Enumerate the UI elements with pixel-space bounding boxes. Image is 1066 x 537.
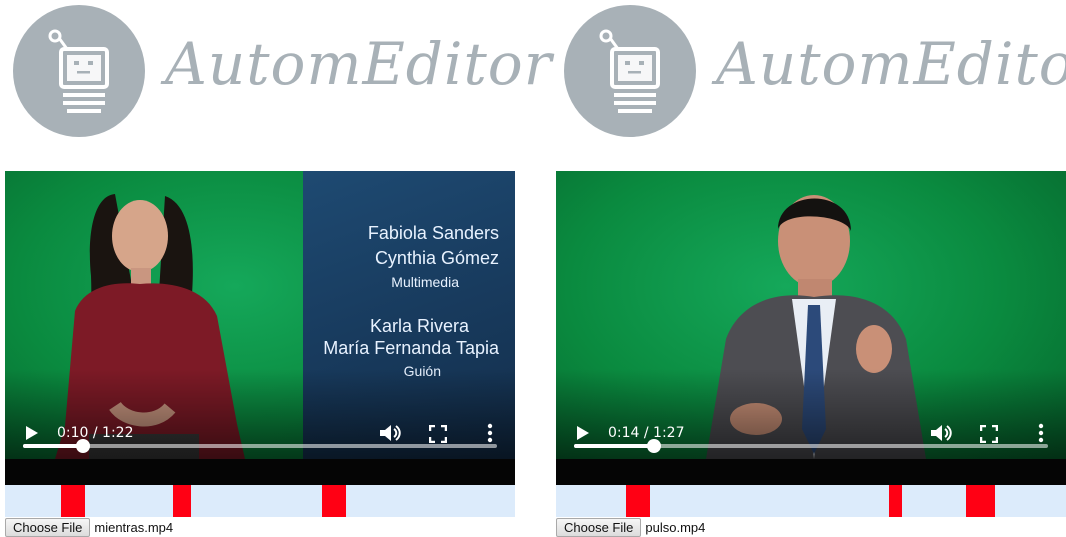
seek-thumb[interactable] [647, 439, 662, 453]
play-icon[interactable] [576, 425, 590, 441]
logo: AutomEditor [556, 0, 1066, 140]
editor-panel-right: AutomEditor 0:14 / 1:27 Choose File puls… [556, 0, 1066, 537]
seek-thumb[interactable] [75, 439, 90, 453]
video-player[interactable]: Fabiola Sanders Cynthia Gómez Multimedia… [5, 171, 515, 485]
more-options-icon[interactable] [1038, 423, 1044, 443]
marker-track[interactable] [556, 485, 1066, 517]
credit-line: María Fernanda Tapia [323, 338, 499, 358]
cut-marker[interactable] [966, 485, 995, 517]
logo-text: AutomEditor [716, 30, 1066, 98]
time-display: 0:10 / 1:22 [57, 425, 134, 441]
seek-progress [23, 444, 83, 448]
player-bottom-strip [556, 459, 1066, 485]
play-icon[interactable] [25, 425, 39, 441]
choose-file-button[interactable]: Choose File [5, 518, 91, 537]
logo-text: AutomEditor [165, 30, 553, 98]
video-player[interactable]: 0:14 / 1:27 [556, 171, 1066, 485]
logo: AutomEditor [5, 0, 551, 140]
credit-line: Fabiola Sanders [367, 223, 499, 243]
credit-line: Karla Rivera [369, 316, 469, 336]
credit-line: Cynthia Gómez [374, 248, 499, 268]
credit-line: Multimedia [391, 274, 459, 290]
marker-track[interactable] [5, 485, 515, 517]
cut-marker[interactable] [172, 485, 192, 517]
fullscreen-icon[interactable] [429, 425, 447, 443]
cut-marker[interactable] [625, 485, 650, 517]
file-name: mientras.mp4 [94, 520, 174, 535]
volume-icon[interactable] [379, 423, 401, 443]
editor-panel-left: AutomEditor Fabiola Sanders Cynthia Góme… [5, 0, 551, 537]
cut-marker[interactable] [321, 485, 346, 517]
file-name: pulso.mp4 [645, 520, 706, 535]
robot-logo-icon [13, 5, 145, 137]
volume-icon[interactable] [930, 423, 952, 443]
choose-file-button[interactable]: Choose File [556, 518, 642, 537]
robot-logo-icon [564, 5, 696, 137]
player-bottom-strip [5, 459, 515, 485]
file-input: Choose File pulso.mp4 [556, 518, 705, 537]
seek-bar[interactable] [574, 439, 1048, 453]
seek-progress [574, 444, 655, 448]
more-options-icon[interactable] [487, 423, 493, 443]
time-display: 0:14 / 1:27 [608, 425, 685, 441]
cut-marker[interactable] [61, 485, 86, 517]
seek-bar[interactable] [23, 439, 497, 453]
fullscreen-icon[interactable] [980, 425, 998, 443]
file-input: Choose File mientras.mp4 [5, 518, 173, 537]
cut-marker[interactable] [889, 485, 902, 517]
